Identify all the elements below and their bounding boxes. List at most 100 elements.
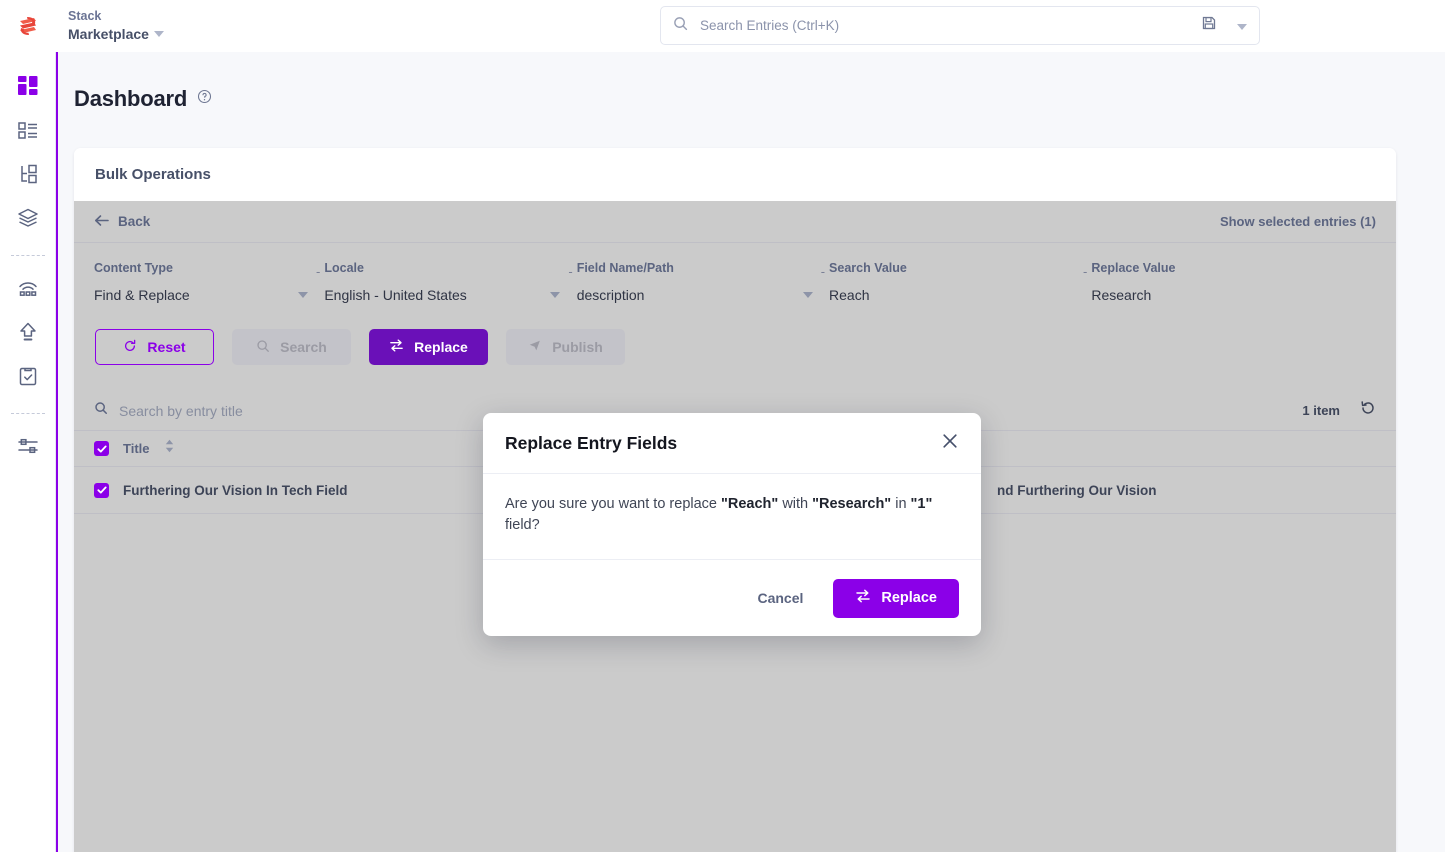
chevron-down-icon[interactable] [550, 292, 561, 298]
row-description: nd Furthering Our Vision [997, 482, 1157, 498]
chevron-down-icon[interactable] [802, 292, 813, 298]
clipboard-check-icon [17, 365, 39, 392]
filter-field-name-path[interactable]: Field Name/Path description [577, 261, 817, 303]
close-icon[interactable] [941, 432, 959, 455]
filter-search-value[interactable]: Search Value Reach [829, 261, 1079, 303]
filter-separator: - [316, 264, 321, 279]
help-circle-icon[interactable] [197, 89, 212, 109]
sidebar-item-settings[interactable] [8, 426, 48, 470]
upload-arrow-icon [17, 321, 39, 348]
entry-search-input[interactable]: Search by entry title [119, 403, 243, 419]
replace-button-label: Replace [414, 339, 468, 355]
sidebar-item-dashboard[interactable] [8, 66, 48, 110]
modal-message-part2: with [778, 496, 813, 512]
item-count-label: 1 item [1302, 403, 1340, 418]
modal-field-count: "1" [910, 496, 933, 512]
filter-value: description [576, 287, 645, 303]
search-icon [94, 401, 108, 420]
modal-replace-button[interactable]: Replace [833, 578, 959, 618]
filter-value: Reach [829, 287, 870, 303]
app-root: Stack Marketplace Search Entries (Ctrl+K… [0, 0, 1445, 852]
entry-list-meta: 1 item [1302, 400, 1376, 421]
filter-label: Field Name/Path [576, 261, 674, 275]
page-title: Dashboard [74, 86, 188, 111]
sort-updown-icon[interactable] [164, 439, 175, 458]
chevron-down-icon[interactable] [1237, 17, 1247, 35]
sidebar-item-tasks[interactable] [8, 356, 48, 400]
publish-button-label: Publish [552, 339, 603, 355]
replace-button[interactable]: Replace [369, 329, 488, 365]
stack-switcher[interactable]: Stack Marketplace [68, 8, 164, 44]
modal-header: Replace Entry Fields [483, 413, 981, 473]
search-bar-actions [1201, 15, 1247, 36]
sidebar-divider [10, 413, 45, 414]
column-header-title[interactable]: Title [123, 441, 150, 456]
show-selected-entries-link[interactable]: Show selected entries (1) [1220, 214, 1376, 229]
undo-refresh-icon[interactable] [1360, 400, 1376, 421]
chevron-down-icon[interactable] [298, 292, 308, 298]
sidebar-item-entries[interactable] [8, 154, 48, 198]
swap-arrows-icon [855, 588, 871, 608]
global-search-bar[interactable]: Search Entries (Ctrl+K) [660, 6, 1260, 45]
broadcast-icon [17, 277, 39, 304]
modal-replace-term: "Research" [812, 496, 892, 512]
list-blocks-icon [17, 119, 39, 146]
search-button-label: Search [280, 339, 327, 355]
bulk-toolbar: Back Show selected entries (1) [74, 201, 1396, 243]
filter-locale[interactable]: Locale English - United States [324, 261, 564, 303]
swap-arrows-icon [389, 338, 404, 356]
sidebar-divider [10, 255, 45, 256]
card-header: Bulk Operations [74, 148, 1396, 201]
stack-name-label: Marketplace [68, 25, 149, 42]
entry-search-field[interactable]: Search by entry title [94, 401, 243, 420]
sidebar-item-assets[interactable] [8, 198, 48, 242]
replace-entry-fields-modal: Replace Entry Fields Are you sure you wa… [483, 413, 981, 637]
page-header: Dashboard [74, 86, 212, 112]
save-icon[interactable] [1201, 15, 1217, 36]
filter-content-type[interactable]: Content Type Find & Replace [94, 261, 312, 303]
layers-icon [17, 207, 39, 234]
back-button[interactable]: Back [94, 214, 150, 230]
reset-button[interactable]: Reset [95, 329, 214, 365]
modal-message-part4: field? [505, 516, 540, 533]
modal-cancel-button[interactable]: Cancel [741, 579, 819, 617]
publish-icon [528, 339, 542, 356]
sliders-icon [17, 435, 39, 462]
modal-replace-button-label: Replace [881, 590, 937, 607]
search-button: Search [232, 329, 351, 365]
modal-message: Are you sure you want to replace "Reach"… [483, 473, 981, 561]
contentstack-logo-icon[interactable] [14, 12, 42, 40]
sidebar-item-live-preview[interactable] [8, 268, 48, 312]
filter-separator: - [568, 264, 573, 279]
arrow-left-icon [94, 214, 109, 230]
modal-message-part3: in [891, 496, 911, 512]
filter-label: Replace Value [1091, 261, 1176, 275]
stack-name-row[interactable]: Marketplace [68, 25, 164, 44]
modal-message-part1: Are you sure you want to replace [505, 496, 722, 512]
search-icon [256, 339, 270, 356]
left-sidebar [0, 52, 56, 852]
filter-value: Research [1091, 287, 1152, 303]
hierarchy-icon [17, 163, 39, 190]
action-buttons: Reset Search Replace Publish [74, 303, 1396, 365]
filter-separator: - [1083, 264, 1088, 279]
modal-title: Replace Entry Fields [505, 432, 678, 453]
publish-button: Publish [506, 329, 625, 365]
sidebar-item-releases[interactable] [8, 312, 48, 356]
sidebar-item-content-models[interactable] [8, 110, 48, 154]
filter-label: Content Type [94, 261, 173, 275]
modal-search-term: "Reach" [721, 496, 779, 512]
filter-value: Find & Replace [94, 287, 190, 303]
chevron-down-icon [153, 31, 164, 38]
select-all-checkbox[interactable] [94, 441, 109, 456]
stack-label: Stack [68, 9, 102, 23]
grid-dashboard-icon [17, 75, 39, 102]
modal-footer: Cancel Replace [483, 560, 981, 636]
row-checkbox[interactable] [94, 482, 109, 498]
search-input[interactable]: Search Entries (Ctrl+K) [700, 18, 1201, 33]
back-button-label: Back [118, 214, 151, 229]
top-bar: Stack Marketplace Search Entries (Ctrl+K… [0, 0, 1445, 52]
filter-replace-value[interactable]: Replace Value Research [1091, 261, 1321, 303]
filter-separator: - [820, 264, 826, 279]
reset-button-label: Reset [147, 339, 186, 355]
